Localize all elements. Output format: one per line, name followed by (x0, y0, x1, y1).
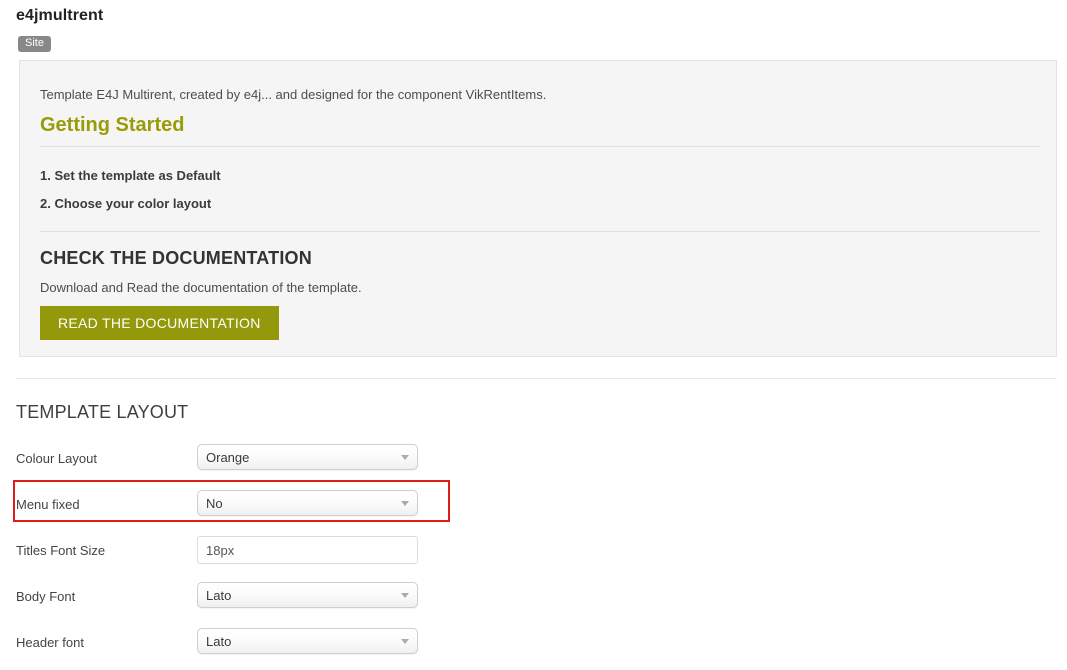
info-panel: Template E4J Multirent, created by e4j..… (19, 60, 1057, 357)
body-font-select-wrap: Lato (197, 582, 418, 608)
field-label: Header font (16, 635, 84, 650)
status-badge: Site (18, 36, 51, 52)
titles-font-size-input-wrap (197, 536, 418, 564)
page-title: e4jmultrent (16, 7, 104, 24)
form-row-titles-font-size: Titles Font Size (0, 532, 1067, 578)
colour-layout-select[interactable]: Orange (197, 444, 418, 470)
header-font-select[interactable]: Lato (197, 628, 418, 654)
template-layout-form: Colour Layout Orange Menu fixed No Title… (0, 440, 1067, 670)
template-layout-heading: TEMPLATE LAYOUT (16, 402, 189, 422)
divider (40, 146, 1040, 147)
menu-fixed-select-wrap: No (197, 490, 418, 516)
getting-started-step: 2. Choose your color layout (40, 196, 212, 211)
titles-font-size-input[interactable] (197, 536, 418, 564)
getting-started-heading: Getting Started (40, 114, 185, 136)
header-font-select-wrap: Lato (197, 628, 418, 654)
page-root: e4jmultrent Site Template E4J Multirent,… (0, 0, 1067, 663)
menu-fixed-select[interactable]: No (197, 490, 418, 516)
field-label: Colour Layout (16, 451, 97, 466)
read-documentation-button[interactable]: READ THE DOCUMENTATION (40, 306, 279, 340)
divider (40, 231, 1040, 232)
form-row-header-font: Header font Lato (0, 624, 1067, 670)
form-row-menu-fixed: Menu fixed No (0, 486, 1067, 532)
field-label: Menu fixed (16, 497, 80, 512)
documentation-description: Download and Read the documentation of t… (40, 280, 362, 295)
field-label: Body Font (16, 589, 76, 604)
template-description: Template E4J Multirent, created by e4j..… (40, 87, 547, 102)
getting-started-step: 1. Set the template as Default (40, 168, 221, 183)
colour-layout-select-wrap: Orange (197, 444, 418, 470)
section-divider (16, 378, 1056, 379)
body-font-select[interactable]: Lato (197, 582, 418, 608)
form-row-colour-layout: Colour Layout Orange (0, 440, 1067, 486)
field-label: Titles Font Size (16, 543, 106, 558)
form-row-body-font: Body Font Lato (0, 578, 1067, 624)
documentation-heading: CHECK THE DOCUMENTATION (40, 248, 312, 268)
